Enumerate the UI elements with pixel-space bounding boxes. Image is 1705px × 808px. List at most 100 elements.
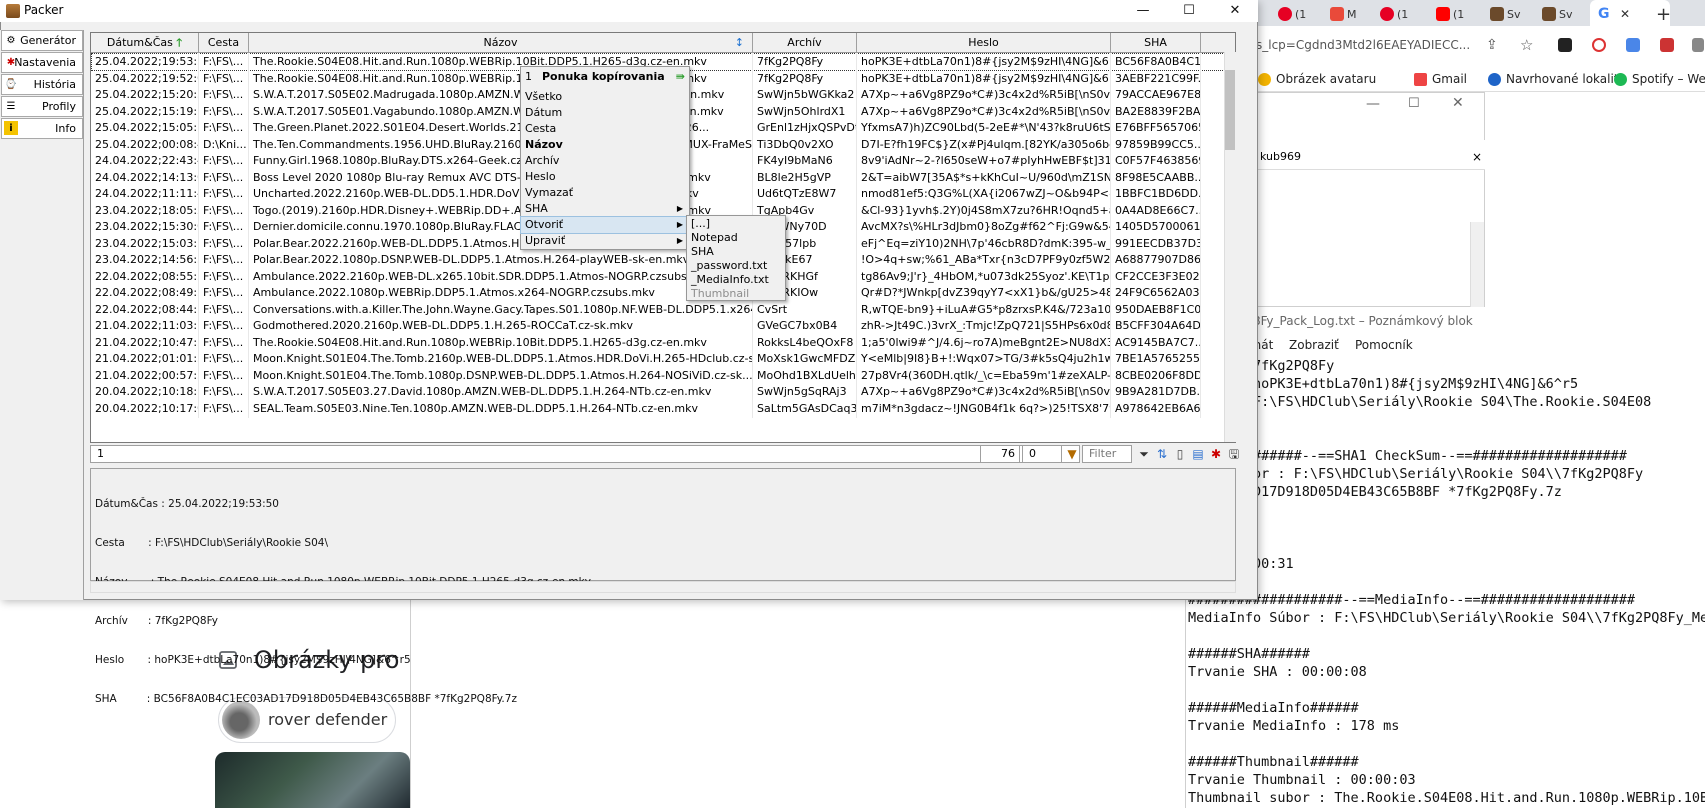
menu-item-sha[interactable]: SHA ▶ — [521, 201, 689, 217]
detail-text[interactable]: Dátum&Čas : 25.04.2022;19:53:50 Cesta : … — [95, 472, 591, 719]
notepad-text[interactable]: thívu : 7fKg2PQ8Fy thívu : hoPK3E+dtbLa7… — [1188, 357, 1705, 808]
cell-datetime: 23.04.2022;15:30:09 — [91, 218, 199, 236]
cell-password: m7iM*n3gdacz~!JNG0B4f1k 6q?>)25!TSX8'79w — [857, 399, 1111, 418]
table-row[interactable]: 22.04.2022;08:55:50F:\FS\...Ambulance.20… — [91, 267, 1235, 286]
submenu-item-password-txt[interactable]: _password.txt — [687, 259, 785, 272]
close-button[interactable]: ✕ — [1212, 0, 1258, 22]
cell-sha: 3AEBF221C99F... — [1111, 69, 1201, 88]
submenu-item-mediainfo-txt[interactable]: _MediaInfo.txt — [687, 273, 785, 286]
column-header-password[interactable]: Heslo — [857, 33, 1111, 53]
horizontal-scrollbar[interactable] — [90, 581, 1236, 593]
extension-icon[interactable] — [1558, 38, 1572, 52]
table-row[interactable]: 22.04.2022;08:44:11F:\FS\...Conversation… — [91, 300, 1235, 319]
sidebar-item-info[interactable]: i Info — [1, 118, 83, 139]
cell-archive: SaLtm5GAsDCaq3 — [753, 399, 857, 418]
page-field[interactable]: 1 — [90, 445, 1080, 463]
sidebar-item-settings[interactable]: ✱ Nastavenia — [1, 52, 83, 73]
menu-item-all[interactable]: Všetko — [521, 89, 689, 105]
menu-item-date[interactable]: Dátum — [521, 105, 689, 121]
address-text[interactable]: s_lcp=Cgdnd3Mtd2l6EAEYADIECC... — [1256, 38, 1470, 52]
maximize-button[interactable]: ☐ — [1166, 0, 1212, 22]
sidebar-item-history[interactable]: ⌚ História — [1, 74, 83, 95]
grid-scroll-thumb[interactable] — [1225, 70, 1235, 150]
cell-archive: Ti3DbQ0v2XO — [753, 135, 857, 154]
browser-tab-1[interactable]: (1 — [1278, 3, 1306, 25]
star-icon[interactable]: ☆ — [1520, 36, 1533, 54]
column-header-name[interactable]: Názov ↕ — [249, 33, 753, 53]
menu-view[interactable]: Zobraziť — [1289, 338, 1339, 352]
column-header-sha[interactable]: SHA — [1111, 33, 1201, 53]
funnel-icon[interactable]: ⏷ — [1136, 446, 1152, 462]
extension-icon[interactable] — [1660, 38, 1674, 52]
cell-password: tg86Av9;J'r}_4HbOM,*u073dk25Syoz'.KE\T1p — [857, 267, 1111, 286]
sort-icon[interactable]: ⇅ — [1154, 446, 1170, 462]
close-tab-icon[interactable]: × — [1472, 150, 1482, 164]
cell-name: Ambulance.2022.2160p.WEB-DL.x265.10bit.S… — [249, 267, 753, 286]
table-row[interactable]: 20.04.2022;10:18:16F:\FS\...S.W.A.T.2017… — [91, 383, 1235, 401]
menu-item-password[interactable]: Heslo — [521, 169, 689, 185]
table-row[interactable]: 21.04.2022;00:57:39F:\FS\...Moon.Knight.… — [91, 366, 1235, 385]
browser-tab-2[interactable]: M — [1330, 3, 1357, 25]
copy-icon[interactable]: ▯ — [1172, 446, 1188, 462]
table-row[interactable]: 21.04.2022;10:47:55F:\FS\...The.Rookie.S… — [91, 333, 1235, 352]
close-tab-icon[interactable]: ✕ — [1620, 3, 1630, 25]
minimize-icon[interactable]: — — [1366, 96, 1380, 112]
settings-icon[interactable]: ✱ — [1208, 446, 1224, 462]
tab-label: kub969 — [1260, 150, 1301, 163]
cell-name: Moon.Knight.S01E04.The.Tomb.1080p.DSNP.W… — [249, 366, 753, 385]
new-tab-button[interactable]: + — [1656, 3, 1671, 25]
browser-tab-5[interactable]: Sv — [1490, 3, 1521, 25]
browser-tab-3[interactable]: (1 — [1380, 3, 1408, 25]
site-icon — [1490, 7, 1504, 21]
notepad-menubar: avy Formát Zobraziť Pomocník — [1185, 335, 1705, 355]
sidebar-item-generator[interactable]: ⚙ Generátor — [1, 30, 83, 51]
bookmark-spotify[interactable]: Spotify – Webo — [1614, 72, 1705, 86]
translate-icon[interactable] — [1626, 38, 1640, 52]
submenu-item-notepad[interactable]: Notepad — [687, 231, 785, 244]
submenu-item-folder[interactable]: [...] — [687, 217, 785, 230]
detail-sha: SHA : BC56F8A0B4C1EC03AD17D918D05D4EB43C… — [95, 693, 517, 705]
close-icon[interactable]: ✕ — [1452, 95, 1464, 111]
cell-password: zhR->Jt49C.)3vrX_:Tmjc!ZpQ721|S5HPs6x0d8 — [857, 317, 1111, 335]
column-header-datetime[interactable]: Dátum&Čas 🡑 — [91, 33, 199, 53]
save-icon[interactable]: 🖫 — [1226, 446, 1242, 462]
menu-item-open[interactable]: Otvoriť ▶ — [520, 216, 690, 234]
image-thumbnail[interactable] — [215, 752, 410, 808]
scrollbar[interactable] — [1470, 222, 1484, 307]
table-row[interactable]: 23.04.2022;14:56:30F:\FS\...Polar.Bear.2… — [91, 251, 1235, 269]
cell-datetime: 21.04.2022;11:03:18 — [91, 317, 199, 335]
menu-item-archive[interactable]: Archív — [521, 153, 689, 169]
menu-item-name[interactable]: Názov — [521, 137, 689, 153]
bookmark-avatar[interactable]: Obrázek avataru — [1258, 72, 1376, 86]
cell-password: &Cl-93}1yvh$.2Y)0j4S8mX7zu?6HR!Oqnd5+atG — [857, 201, 1111, 220]
cell-archive: CvSrt — [753, 300, 857, 319]
table-row[interactable]: 22.04.2022;08:49:54F:\FS\...Ambulance.20… — [91, 284, 1235, 302]
history-icon: ⌚ — [4, 78, 18, 90]
menu-help[interactable]: Pomocník — [1355, 338, 1413, 352]
column-header-path[interactable]: Cesta — [199, 33, 249, 53]
cell-sha: 950DAEB8F1C0... — [1111, 300, 1201, 319]
export-icon[interactable]: ▤ — [1190, 446, 1206, 462]
menu-item-delete[interactable]: Vymazať — [521, 185, 689, 201]
browser-tab-4[interactable]: (1 — [1436, 3, 1464, 25]
minimize-button[interactable]: — — [1120, 0, 1166, 22]
cell-archive: SwWjn5gSqRAj3 — [753, 383, 857, 401]
sidebar-item-profiles[interactable]: ☰ Profily — [1, 96, 83, 117]
extension-icon[interactable] — [1592, 38, 1606, 52]
menu-item-path[interactable]: Cesta — [521, 121, 689, 137]
table-row[interactable]: 20.04.2022;10:17:05F:\FS\...SEAL.Team.S0… — [91, 399, 1235, 418]
maximize-icon[interactable]: ☐ — [1408, 96, 1420, 111]
submenu-item-sha[interactable]: SHA — [687, 245, 785, 258]
filter-field[interactable]: Filter — [1082, 445, 1132, 463]
table-row[interactable]: 21.04.2022;11:03:18F:\FS\...Godmothered.… — [91, 317, 1235, 335]
extension-icon[interactable] — [1692, 38, 1704, 52]
bookmark-gmail[interactable]: Gmail — [1414, 72, 1467, 86]
column-header-archive[interactable]: Archív — [753, 33, 857, 53]
share-icon[interactable]: ⇪ — [1486, 37, 1498, 53]
menu-item-edit[interactable]: Upraviť ▶ — [521, 233, 689, 249]
table-row[interactable]: 21.04.2022;01:01:34F:\FS\...Moon.Knight.… — [91, 350, 1235, 368]
offset-field[interactable]: 0 — [1022, 445, 1062, 463]
browser-tab-6[interactable]: Sv — [1542, 3, 1573, 25]
filter-icon[interactable]: ▼ — [1064, 446, 1080, 462]
bookmark-suggested[interactable]: Navrhované lokality — [1488, 72, 1626, 86]
